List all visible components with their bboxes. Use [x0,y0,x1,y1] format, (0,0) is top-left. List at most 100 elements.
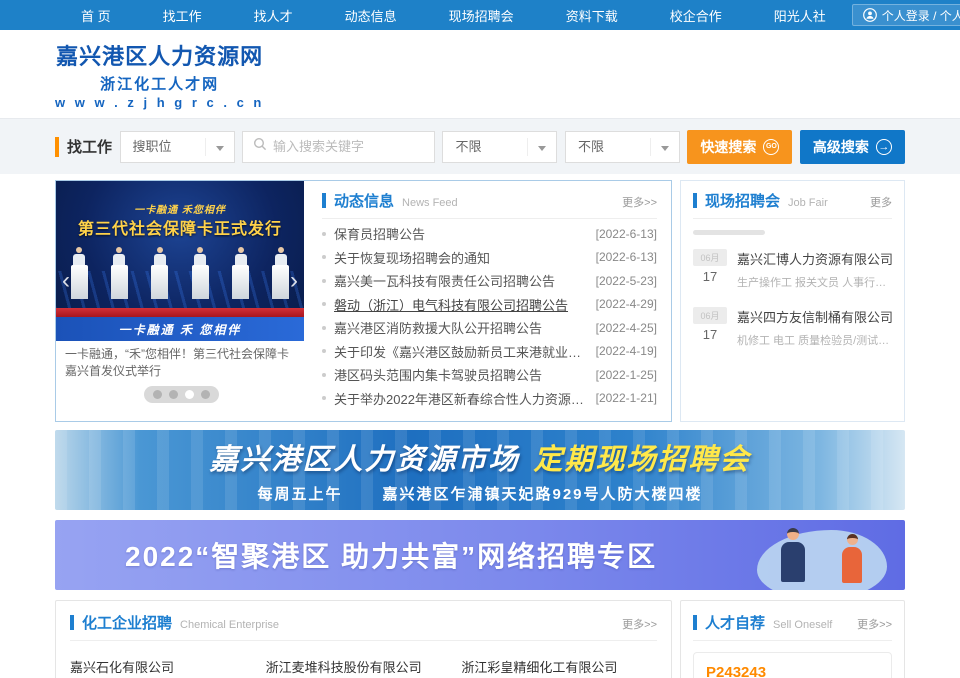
search-section-label: 找工作 [55,136,112,157]
nav-item-school-cooperation[interactable]: 校企合作 [644,6,748,25]
news-link[interactable]: 磐动（浙江）电气科技有限公司招聘公告 [334,295,586,314]
market-banner[interactable]: 嘉兴港区人力资源市场定期现场招聘会 每周五上午嘉兴港区乍浦镇天妃路929号人防大… [55,430,905,510]
carousel-prev-icon[interactable]: ‹ [62,269,70,293]
talent-card[interactable]: P243243 男 ｜ 嘉兴市→嘉兴港区 ｜ 八年以上 [693,652,892,678]
news-item[interactable]: 嘉兴美一瓦科技有限责任公司招聘公告[2022-5-23] [322,269,657,293]
news-link[interactable]: 港区码头范围内集卡驾驶员招聘公告 [334,365,586,384]
bullet-icon [322,396,326,400]
chemical-more-link[interactable]: 更多>> [622,616,657,632]
news-list: 保育员招聘公告[2022-6-13] 关于恢复现场招聘会的通知[2022-6-1… [322,222,657,410]
news-link[interactable]: 关于印发《嘉兴港区鼓励新员工来港就业补助操作... [334,342,586,361]
chemical-title: 化工企业招聘 [82,612,172,633]
news-link[interactable]: 保育员招聘公告 [334,224,586,243]
news-link[interactable]: 嘉兴港区消防救援大队公开招聘公告 [334,318,586,337]
job-fair-more-link[interactable]: 更多 [870,194,892,210]
carousel-dot[interactable] [153,390,162,399]
keyword-search-field[interactable] [242,131,435,163]
news-link[interactable]: 关于恢复现场招聘会的通知 [334,248,586,267]
nav-item-home[interactable]: 首 页 [55,6,137,25]
nav-item-find-job[interactable]: 找工作 [137,6,228,25]
chemical-subtitle: Chemical Enterprise [180,619,279,631]
company-name[interactable]: 嘉兴石化有限公司 [70,657,266,676]
podium-figure [149,247,171,299]
job-fair-date-badge: 06月 17 [693,307,727,348]
person-icon [863,8,877,22]
bullet-icon [322,279,326,283]
nav-item-sunshine-hr[interactable]: 阳光人社 [748,6,852,25]
businesswoman-illustration [837,534,867,590]
bullet-icon [322,255,326,259]
job-fair-panel: 现场招聘会 Job Fair 更多 06月 17 嘉兴汇博人力资源有限公司 生产… [680,180,905,422]
section-bar [693,615,697,630]
nav-item-news[interactable]: 动态信息 [319,6,423,25]
section-bar [693,193,697,208]
type-select[interactable]: 不限 [565,131,680,163]
carousel-slide[interactable]: 一卡融通 禾您相伴 第三代社会保障卡正式发行 一卡融通 禾 您相伴 ‹ › [56,181,304,341]
quick-search-button[interactable]: 快速搜索 GO [687,130,792,164]
news-item[interactable]: 关于举办2022年港区新春综合性人力资源暨春风...[2022-1-21] [322,387,657,411]
job-fair-positions: 生产操作工 报关文员 人事行政助理... [737,274,892,290]
chevron-down-icon [216,146,224,151]
podium-figure [108,247,130,299]
company-name[interactable]: 浙江麦堆科技股份有限公司 [266,657,462,676]
job-fair-title: 现场招聘会 [705,190,780,211]
news-more-link[interactable]: 更多>> [622,194,657,210]
bullet-icon [322,326,326,330]
news-date: [2022-4-25] [596,321,657,335]
carousel-dots [144,386,219,403]
search-input[interactable] [273,139,449,154]
slide-band: 一卡融通 禾 您相伴 [56,317,304,341]
job-fair-info: 嘉兴四方友信制桶有限公司 机修工 电工 质量检验员/测试员 叉车... [737,307,892,348]
talent-more-link[interactable]: 更多>> [857,616,892,632]
chemical-company: 浙江麦堆科技股份有限公司 销售专员 会计 土建主管 [266,657,462,678]
region-select[interactable]: 不限 [442,131,557,163]
news-item[interactable]: 磐动（浙江）电气科技有限公司招聘公告 [2022-4-29] [322,293,657,317]
news-item[interactable]: 关于恢复现场招聘会的通知[2022-6-13] [322,246,657,270]
job-fair-company[interactable]: 嘉兴四方友信制桶有限公司 [737,307,892,326]
carousel-dot[interactable] [169,390,178,399]
news-date: [2022-4-29] [596,297,657,311]
carousel-next-icon[interactable]: › [290,269,298,293]
news-item[interactable]: 港区码头范围内集卡驾驶员招聘公告 [2022-1-25] [322,363,657,387]
company-name[interactable]: 浙江彩皇精细化工有限公司 [461,657,657,676]
news-link[interactable]: 关于举办2022年港区新春综合性人力资源暨春风... [334,389,586,408]
bullet-icon [322,373,326,377]
nav-item-downloads[interactable]: 资料下载 [540,6,644,25]
job-fair-positions: 机修工 电工 质量检验员/测试员 叉车... [737,332,892,348]
market-banner-address: 每周五上午嘉兴港区乍浦镇天妃路929号人防大楼四楼 [257,483,702,504]
news-header: 动态信息 News Feed 更多>> [322,190,657,219]
job-fair-item[interactable]: 06月 17 嘉兴四方友信制桶有限公司 机修工 电工 质量检验员/测试员 叉车.… [693,307,892,348]
carousel-caption[interactable]: 一卡融通，“禾”您相伴！第三代社会保障卡嘉兴首发仪式举行 [56,341,306,380]
news-item[interactable]: 关于印发《嘉兴港区鼓励新员工来港就业补助操作... [2022-4-19] [322,340,657,364]
bullet-icon [322,232,326,236]
scrollbar-handle[interactable] [693,230,765,235]
businessman-illustration [776,528,810,590]
online-recruitment-banner[interactable]: 2022“智聚港区 助力共富”网络招聘专区 [55,520,905,590]
nav-item-find-talent[interactable]: 找人才 [228,6,319,25]
job-fair-date-badge: 06月 17 [693,249,727,290]
job-fair-item[interactable]: 06月 17 嘉兴汇博人力资源有限公司 生产操作工 报关文员 人事行政助理... [693,249,892,290]
carousel-dot-active[interactable] [185,390,194,399]
carousel-dot[interactable] [201,390,210,399]
site-subtitle: 浙江化工人才网 [55,73,264,94]
market-banner-title: 嘉兴港区人力资源市场定期现场招聘会 [209,436,750,478]
job-fair-subtitle: Job Fair [788,197,828,209]
advanced-search-button[interactable]: 高级搜索 → [800,130,905,164]
news-date: [2022-4-19] [596,344,657,358]
site-logo[interactable]: 嘉兴港区人力资源网 浙江化工人才网 w w w . z j h g r c . … [55,39,264,110]
talent-code[interactable]: P243243 [706,664,879,678]
search-category-select[interactable]: 搜职位 [120,131,235,163]
news-item[interactable]: 嘉兴港区消防救援大队公开招聘公告 [2022-4-25] [322,316,657,340]
nav-item-job-fair[interactable]: 现场招聘会 [423,6,540,25]
news-link[interactable]: 嘉兴美一瓦科技有限责任公司招聘公告 [334,271,586,290]
personal-login-button[interactable]: 个人登录 / 个人注册 [852,4,960,26]
search-band: 找工作 搜职位 不限 不限 快速搜索 GO 高级搜索 → [0,118,960,174]
news-item[interactable]: 保育员招聘公告[2022-6-13] [322,222,657,246]
talent-title: 人才自荐 [705,612,765,633]
personal-login-label: 个人登录 / 个人注册 [882,7,960,24]
news-date: [2022-1-25] [596,368,657,382]
chemical-enterprise-panel: 化工企业招聘 Chemical Enterprise 更多>> 嘉兴石化有限公司… [55,600,672,678]
arrow-right-circle-icon: → [876,139,892,155]
chevron-down-icon [661,146,669,151]
job-fair-company[interactable]: 嘉兴汇博人力资源有限公司 [737,249,892,268]
